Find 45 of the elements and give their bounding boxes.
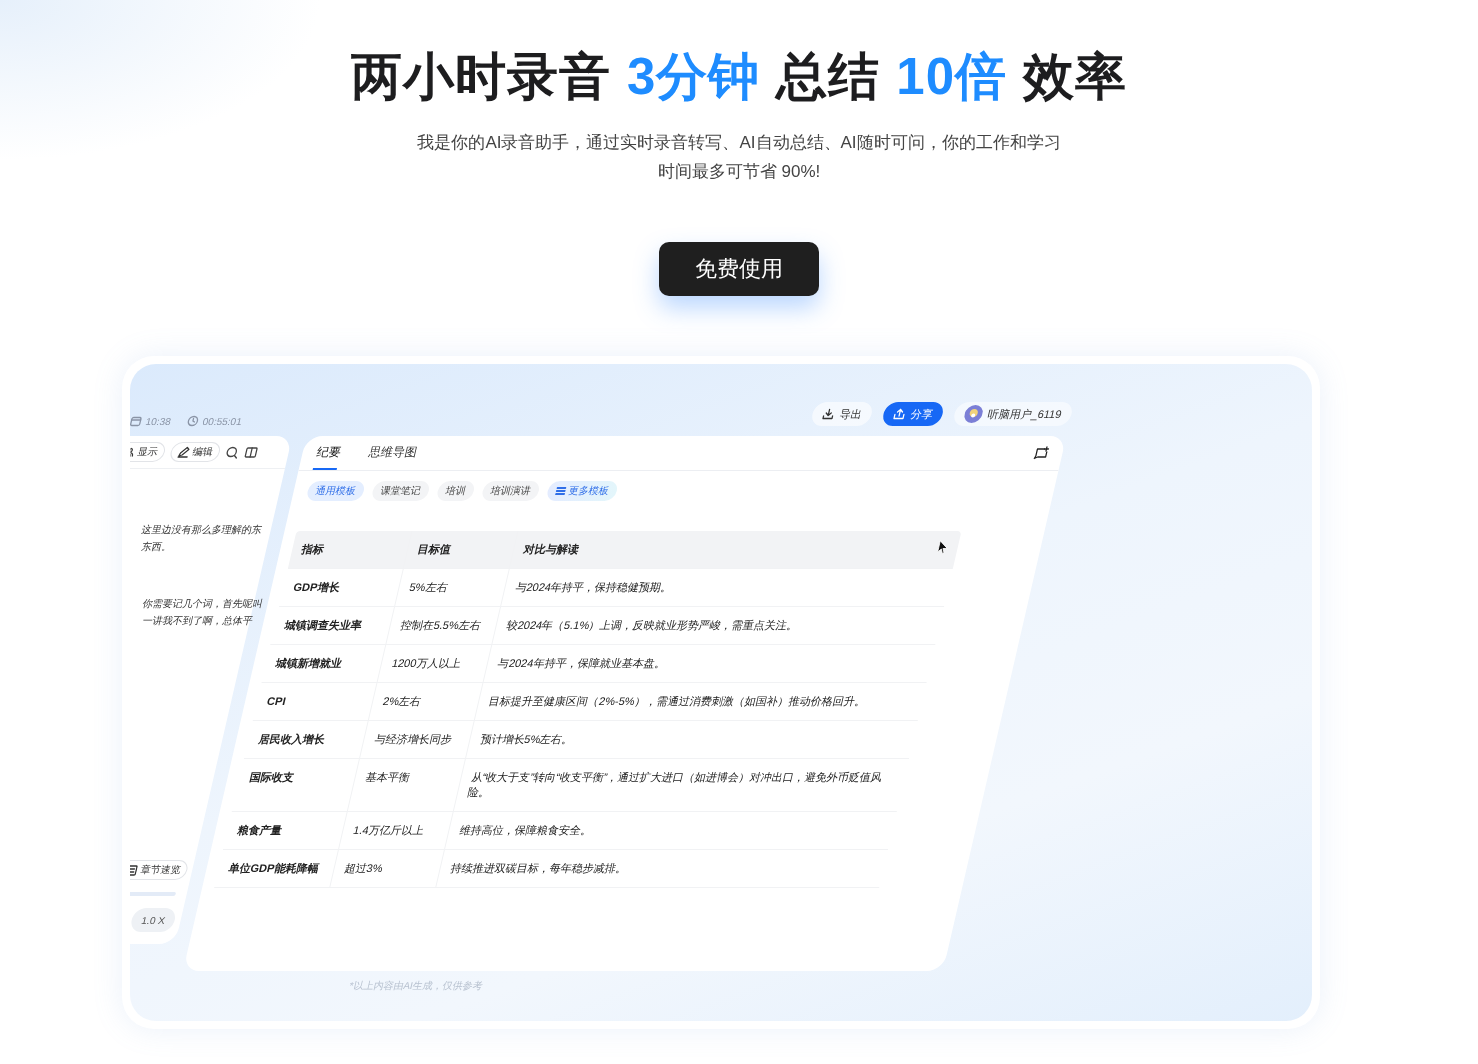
table-cell: 持续推进双碳目标，每年稳步减排。 xyxy=(435,850,888,887)
table-cell: 与2024年持平，保障就业基本盘。 xyxy=(482,645,936,682)
free-trial-button[interactable]: 免费使用 xyxy=(659,242,819,296)
table-cell: 1.4万亿斤以上 xyxy=(338,812,453,849)
table-cell: 目标提升至健康区间（2%-5%），需通过消费刺激（如国补）推动价格回升。 xyxy=(473,683,927,720)
table-cell: 5%左右 xyxy=(394,569,509,606)
column-header: 指标 xyxy=(300,542,327,557)
table-cell-text: 城镇调查失业率 xyxy=(282,618,365,633)
table-cell-text: 粮食产量 xyxy=(235,823,284,838)
tab[interactable]: 纪要 xyxy=(312,436,345,470)
table-cell: 从“收大于支”转向“收支平衡”，通过扩大进口（如进博会）对冲出口，避免外币贬值风险。 xyxy=(452,759,909,811)
transcript-text: 一讲我不到了啊，总体平 xyxy=(141,614,255,627)
tab[interactable]: 思维导图 xyxy=(364,436,421,470)
transcript-text: 你需要记几个词，首先呢叫 xyxy=(141,597,265,610)
edit-button[interactable]: 编辑 xyxy=(168,442,223,462)
table-cell-text: 居民收入增长 xyxy=(256,732,327,747)
table-cell: 预计增长5%左右。 xyxy=(465,721,918,758)
table-cell: 2%左右 xyxy=(367,683,483,720)
headline-highlight: 10倍 xyxy=(896,47,1008,107)
table-cell-text: GDP增长 xyxy=(291,580,342,595)
table-cell: 维持高位，保障粮食安全。 xyxy=(444,812,897,849)
table-cell: 超过3% xyxy=(329,850,444,887)
template-chip[interactable]: 通用模板 xyxy=(305,481,367,501)
table-cell-text: 国际收支 xyxy=(247,770,297,785)
headline-highlight: 3分钟 xyxy=(626,47,761,107)
speed-button[interactable]: 1.0 X xyxy=(130,908,178,932)
table-cell: 控制在5.5%左右 xyxy=(385,607,500,644)
headline-text: 两小时录音 xyxy=(350,47,611,107)
table-cell: 1200万人以上 xyxy=(376,645,492,682)
table-cell-text: 单位GDP能耗降幅 xyxy=(226,861,321,876)
table-cell-text: CPI xyxy=(264,694,288,709)
table-cell: 与经济增长同步 xyxy=(359,721,474,758)
table-cell: 较2024年（5.1%）上调，反映就业形势严峻，需重点关注。 xyxy=(491,607,944,644)
headline-text: 总结 xyxy=(776,47,881,107)
display-button[interactable]: 显示 xyxy=(130,442,168,462)
transcript-text: 这里边没有那么多理解的东 xyxy=(140,523,264,536)
column-header: 目标值 xyxy=(403,531,518,568)
transcript-text: 东西。 xyxy=(140,540,174,553)
table-cell-text: 城镇新增就业 xyxy=(273,656,345,671)
duration-text: 00:55:01 xyxy=(201,415,244,427)
time-text: 10:38 xyxy=(144,415,173,427)
table-cell: 与2024年持平，保持稳健预期。 xyxy=(500,569,953,606)
headline-text: 效率 xyxy=(1023,47,1128,107)
subtitle: 我是你的AI录音助手，通过实时录音转写、AI自动总结、AI随时可问，你的工作和学习时间最多可节省 90%! xyxy=(416,132,1062,183)
table-cell: 基本平衡 xyxy=(346,759,465,811)
